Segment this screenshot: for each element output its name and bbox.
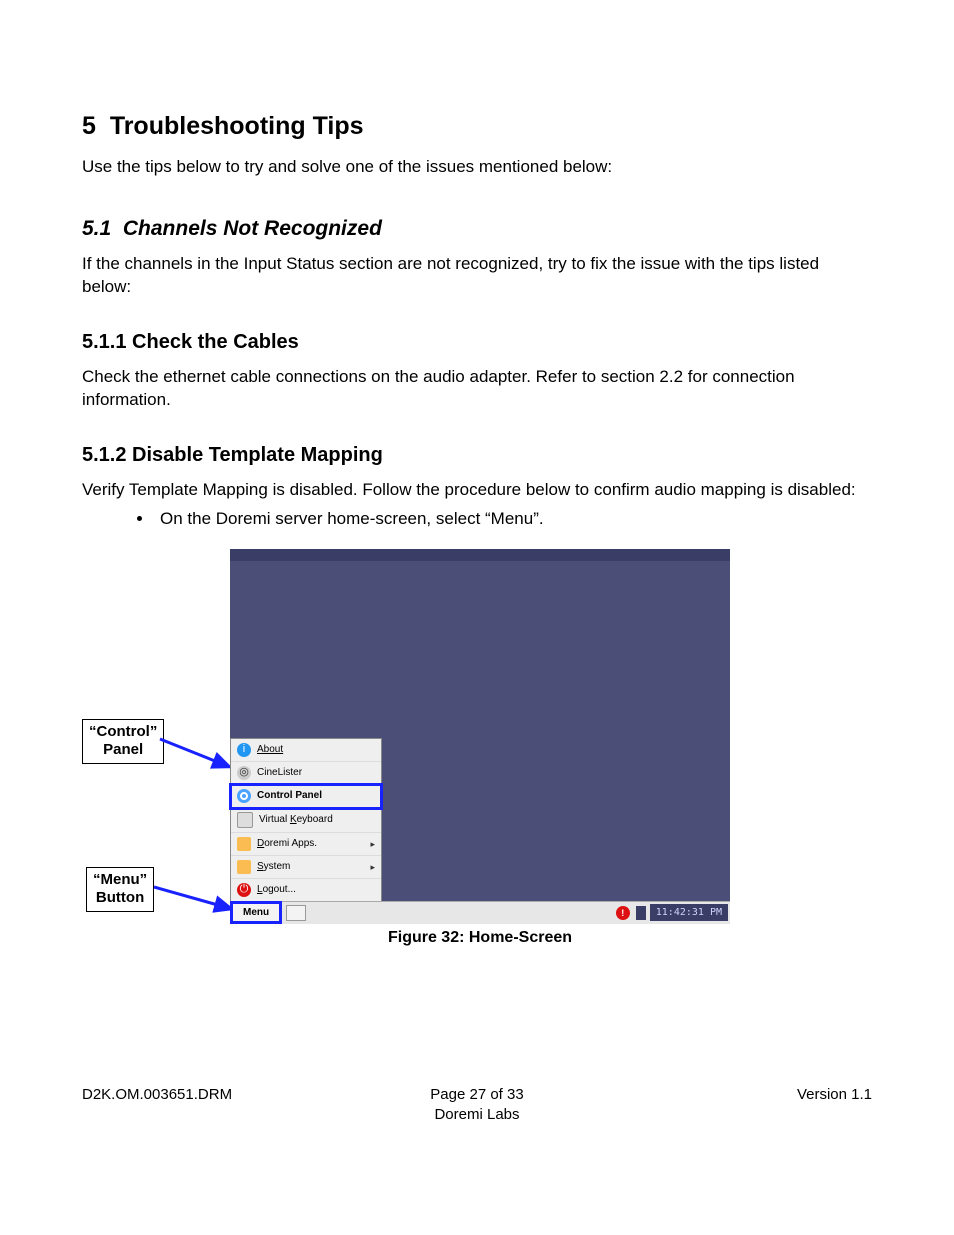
power-icon: ⏻	[237, 883, 251, 897]
menu-button[interactable]: Menu	[232, 903, 280, 923]
callout-menu-l2: Button	[96, 889, 144, 906]
callout-control-l1: “Control”	[89, 723, 157, 740]
menu-item-about[interactable]: i About	[231, 739, 381, 762]
heading-5: 5 Troubleshooting Tips	[82, 110, 872, 144]
menu-item-control-panel-label: Control Panel	[257, 789, 322, 803]
callout-control-panel: “Control” Panel	[82, 719, 164, 765]
callout-menu-button: “Menu” Button	[86, 867, 154, 913]
footer-center: Page 27 of 33 Doremi Labs	[345, 1085, 608, 1126]
menu-item-virtual-keyboard[interactable]: Virtual Keyboard Virtual Keyboard	[231, 808, 381, 833]
home-screen-screenshot: i About ◎ CineLister Control Panel Virtu…	[230, 549, 730, 924]
taskbar: Menu ! 11:42:31 PM	[230, 901, 730, 924]
para-5-1-1: Check the ethernet cable connections on …	[82, 366, 872, 412]
taskbar-clock: 11:42:31 PM	[650, 904, 728, 922]
footer-page-number: Page 27 of 33	[430, 1086, 523, 1103]
heading-5-1-2-num: 5.1.2	[82, 444, 126, 466]
para-intro: Use the tips below to try and solve one …	[82, 156, 872, 179]
info-icon: i	[237, 743, 251, 757]
figure-caption: Figure 32: Home-Screen	[230, 927, 730, 949]
keyboard-icon	[237, 812, 253, 828]
footer-version: Version 1.1	[609, 1085, 872, 1105]
menu-item-cinelister[interactable]: ◎ CineLister	[231, 762, 381, 785]
heading-5-1-2-txt: Disable Template Mapping	[132, 444, 383, 466]
menu-item-control-panel[interactable]: Control Panel	[231, 785, 381, 808]
arrow-to-control-panel	[160, 729, 240, 779]
heading-5-1-2: 5.1.2 Disable Template Mapping	[82, 442, 872, 469]
heading-5-1-1-num: 5.1.1	[82, 331, 126, 353]
footer-doc-id: D2K.OM.003651.DRM	[82, 1085, 345, 1105]
warning-icon[interactable]: !	[616, 906, 630, 920]
submenu-arrow-icon: ▸	[370, 861, 375, 873]
bullet-list: On the Doremi server home-screen, select…	[82, 508, 872, 531]
menu-item-about-label: About	[257, 744, 283, 755]
figure-32: “Control” Panel “Menu” Button	[82, 549, 872, 959]
folder-icon	[237, 837, 251, 851]
menu-item-logout[interactable]: ⏻ Logout... Logout...	[231, 879, 381, 901]
taskbar-app-button[interactable]	[286, 905, 306, 921]
footer-company: Doremi Labs	[434, 1106, 519, 1123]
folder-icon	[237, 860, 251, 874]
page-footer: D2K.OM.003651.DRM Page 27 of 33 Doremi L…	[82, 1085, 872, 1126]
menu-item-doremi-apps[interactable]: Doremi Apps. ▸ Doremi Apps.	[231, 833, 381, 856]
heading-5-txt: Troubleshooting Tips	[110, 112, 364, 140]
callout-menu-l1: “Menu”	[93, 871, 147, 888]
para-5-1: If the channels in the Input Status sect…	[82, 253, 872, 299]
heading-5-1-1-txt: Check the Cables	[132, 331, 299, 353]
heading-5-1-txt: Channels Not Recognized	[123, 217, 382, 240]
bullet-1: On the Doremi server home-screen, select…	[154, 508, 872, 531]
heading-5-1-num: 5.1	[82, 217, 111, 240]
heading-5-num: 5	[82, 112, 96, 140]
menu-item-system[interactable]: System ▸ System	[231, 856, 381, 879]
start-menu-popup: i About ◎ CineLister Control Panel Virtu…	[230, 738, 382, 902]
film-reel-icon: ◎	[237, 766, 251, 780]
heading-5-1: 5.1 Channels Not Recognized	[82, 215, 872, 243]
menu-item-cinelister-label: CineLister	[257, 766, 302, 780]
gear-icon	[237, 789, 251, 803]
heading-5-1-1: 5.1.1 Check the Cables	[82, 329, 872, 356]
tray-separator	[636, 906, 646, 920]
callout-control-l2: Panel	[103, 741, 143, 758]
para-5-1-2: Verify Template Mapping is disabled. Fol…	[82, 479, 872, 502]
submenu-arrow-icon: ▸	[370, 838, 375, 850]
